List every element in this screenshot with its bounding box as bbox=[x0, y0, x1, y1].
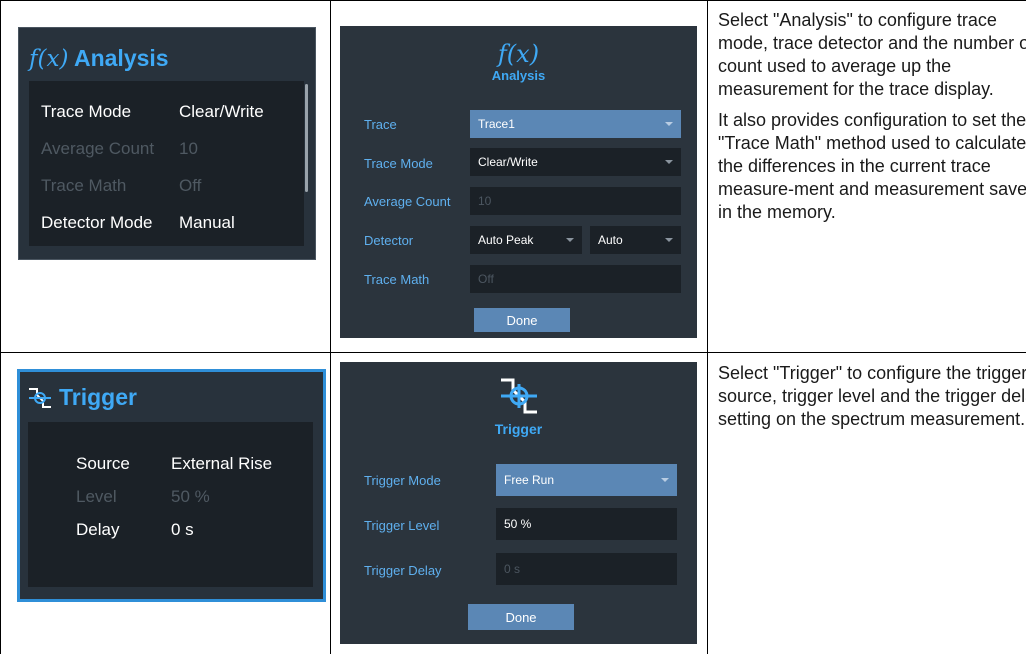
scrollbar[interactable] bbox=[305, 84, 308, 192]
done-button[interactable]: Done bbox=[474, 308, 570, 332]
trace-mode-select[interactable]: Clear/Write bbox=[470, 148, 681, 176]
widget-title: Trigger bbox=[27, 384, 137, 411]
delay-label: Delay bbox=[76, 520, 120, 539]
dialog-title: f(x) Analysis bbox=[340, 40, 697, 84]
trigger-delay-label: Trigger Delay bbox=[364, 563, 442, 578]
chevron-down-icon bbox=[661, 478, 669, 482]
trace-mode-select-value: Clear/Write bbox=[478, 155, 538, 169]
detector-mode-select[interactable]: Auto bbox=[590, 226, 681, 254]
function-icon: f(x) bbox=[497, 40, 540, 68]
detector-mode-value: Manual bbox=[179, 213, 235, 232]
dialog-title: Trigger bbox=[340, 374, 697, 438]
analysis-dialog: f(x) Analysis Trace Trace1 Trace Mode Cl… bbox=[340, 26, 697, 338]
table-left-border bbox=[0, 0, 1, 654]
trigger-description: Select "Trigger" to configure the trigge… bbox=[718, 362, 1026, 439]
table-row-divider bbox=[0, 352, 1026, 353]
trace-label: Trace bbox=[364, 117, 397, 132]
detector-select-value: Auto Peak bbox=[478, 233, 534, 247]
table-top-border bbox=[0, 0, 1026, 1]
analysis-description: Select "Analysis" to configure trace mod… bbox=[718, 9, 1026, 232]
widget-settings-panel: Trace Mode Clear/Write Average Count 10 … bbox=[29, 81, 304, 246]
trace-mode-label: Trace Mode bbox=[364, 156, 433, 171]
dialog-title-label: Trigger bbox=[494, 421, 543, 437]
detector-label: Detector bbox=[364, 233, 414, 248]
table-column-divider-2 bbox=[707, 0, 708, 654]
done-button[interactable]: Done bbox=[468, 604, 574, 630]
widget-title-label: Analysis bbox=[73, 45, 169, 71]
description-paragraph: It also provides configuration to set th… bbox=[718, 110, 1026, 222]
trace-math-label: Trace Math bbox=[41, 176, 127, 195]
detector-mode-select-value: Auto bbox=[598, 233, 623, 247]
source-value: External Rise bbox=[171, 454, 273, 473]
trace-math-select-value: Off bbox=[478, 272, 494, 286]
average-count-label: Average Count bbox=[41, 139, 155, 158]
trace-math-label: Trace Math bbox=[364, 272, 430, 287]
detector-mode-label: Detector Mode bbox=[41, 213, 153, 232]
chevron-down-icon bbox=[566, 238, 574, 242]
widget-title-label: Trigger bbox=[59, 384, 137, 410]
widget-title: f(x) Analysis bbox=[29, 45, 169, 72]
trigger-mode-select-value: Free Run bbox=[504, 473, 555, 487]
average-count-value: 10 bbox=[179, 139, 198, 158]
trigger-level-input[interactable]: 50 % bbox=[496, 508, 677, 540]
chevron-down-icon bbox=[665, 238, 673, 242]
chevron-down-icon bbox=[665, 160, 673, 164]
trace-mode-label: Trace Mode bbox=[41, 102, 132, 121]
trigger-icon bbox=[500, 378, 537, 414]
average-count-label: Average Count bbox=[364, 194, 451, 209]
average-count-input-value: 10 bbox=[478, 194, 492, 208]
chevron-down-icon bbox=[665, 122, 673, 126]
trace-mode-value: Clear/Write bbox=[179, 102, 264, 121]
trigger-mode-label: Trigger Mode bbox=[364, 473, 441, 488]
average-count-input: 10 bbox=[470, 187, 681, 215]
description-paragraph: Select "Analysis" to configure trace mod… bbox=[718, 10, 1026, 99]
description-paragraph: Select "Trigger" to configure the trigge… bbox=[718, 363, 1026, 429]
dialog-title-label: Analysis bbox=[491, 68, 546, 83]
trigger-delay-input: 0 s bbox=[496, 553, 677, 585]
trigger-level-label: Trigger Level bbox=[364, 518, 440, 533]
analysis-widget[interactable]: f(x) Analysis Trace Mode Clear/Write Ave… bbox=[18, 27, 316, 260]
trigger-widget[interactable]: Trigger Source External Rise Level 50 % … bbox=[17, 369, 326, 602]
trace-math-select: Off bbox=[470, 265, 681, 293]
widget-settings-panel: Source External Rise Level 50 % Delay 0 … bbox=[28, 422, 313, 587]
trigger-mode-select[interactable]: Free Run bbox=[496, 464, 677, 496]
trace-select-value: Trace1 bbox=[478, 117, 515, 131]
trigger-delay-input-value: 0 s bbox=[504, 562, 521, 576]
trace-math-value: Off bbox=[179, 176, 202, 195]
level-label: Level bbox=[76, 487, 117, 506]
table-column-divider-1 bbox=[330, 0, 331, 654]
trace-select[interactable]: Trace1 bbox=[470, 110, 681, 138]
detector-select[interactable]: Auto Peak bbox=[470, 226, 582, 254]
delay-value: 0 s bbox=[171, 520, 194, 539]
level-value: 50 % bbox=[171, 487, 210, 506]
function-icon: f(x) bbox=[29, 46, 69, 72]
trigger-dialog: Trigger Trigger Mode Free Run Trigger Le… bbox=[340, 362, 697, 644]
trigger-level-input-value: 50 % bbox=[504, 517, 532, 531]
trigger-icon bbox=[29, 387, 51, 408]
source-label: Source bbox=[76, 454, 130, 473]
